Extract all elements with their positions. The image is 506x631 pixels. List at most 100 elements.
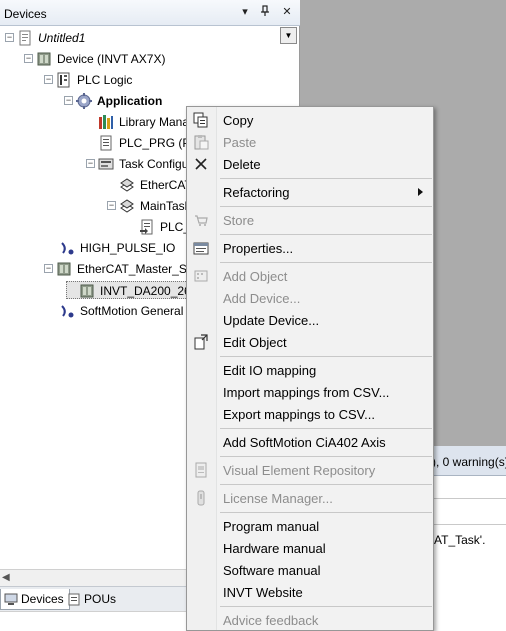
menu-separator [220,484,432,485]
tree-node-label: MainTask [140,199,191,213]
menu-item-label: Copy [223,113,254,128]
io-icon [61,242,74,255]
menu-item-label: INVT Website [223,585,303,600]
paste-icon [194,135,209,150]
devices-tab-icon [4,593,18,605]
plc-logic-icon [57,72,70,88]
store-icon [195,215,208,226]
menu-item-software-manual[interactable]: Software manual [187,559,433,581]
edit-object-icon [194,334,208,350]
message-line: AT_Task'. [434,533,486,547]
tab-devices[interactable]: Devices [0,589,70,610]
add-object-icon [194,270,208,282]
tab-pous[interactable]: POUs [64,589,121,610]
tree-node-label: Device (INVT AX7X) [57,52,166,66]
menu-item-delete[interactable]: Delete [187,153,433,175]
menu-item-export-mappings[interactable]: Export mappings to CSV... [187,403,433,425]
menu-item-label: Visual Element Repository [223,463,376,478]
menu-item-add-softmotion-axis[interactable]: Add SoftMotion CiA402 Axis [187,431,433,453]
menu-item-edit-object[interactable]: Edit Object [187,331,433,353]
panel-title: Devices [4,7,47,21]
panel-menu-icon[interactable]: ▾ [238,5,252,19]
collapse-icon[interactable]: − [64,96,73,105]
menu-item-label: Program manual [223,519,320,534]
menu-item-label: Export mappings to CSV... [223,407,375,422]
properties-icon [193,242,209,255]
tree-dropdown-button[interactable]: ▼ [280,27,297,44]
menu-separator [220,178,432,179]
menu-item-label: Advice feedback [223,613,319,628]
menu-item-label: License Manager... [223,491,333,506]
menu-item-label: Edit IO mapping [223,363,317,378]
menu-item-store[interactable]: Store [187,209,433,231]
tab-label: POUs [84,592,117,606]
collapse-icon[interactable]: − [44,75,53,84]
copy-icon [193,112,208,128]
tree-node-label: Untitled1 [38,31,86,45]
menu-item-program-manual[interactable]: Program manual [187,515,433,537]
menu-item-label: Add Device... [223,291,301,306]
tab-label: Devices [21,592,64,606]
collapse-icon[interactable]: − [107,201,116,210]
menu-item-edit-io-mapping[interactable]: Edit IO mapping [187,359,433,381]
collapse-icon[interactable]: − [5,33,14,42]
pou-icon [100,135,112,151]
menu-item-hardware-manual[interactable]: Hardware manual [187,537,433,559]
tree-node-label: PLC Logic [77,73,133,87]
menu-item-label: Properties... [223,241,294,256]
device-icon [37,52,51,66]
menu-item-advice-feedback[interactable]: Advice feedback [187,609,433,630]
menu-item-label: Edit Object [223,335,287,350]
project-icon [19,30,31,46]
menu-separator [220,456,432,457]
menu-item-update-device[interactable]: Update Device... [187,309,433,331]
menu-separator [220,262,432,263]
tree-node-label: Library Manag [119,115,196,129]
menu-item-add-object[interactable]: Add Object [187,265,433,287]
menu-item-label: Delete [223,157,261,172]
tree-node-label: HIGH_PULSE_IO [80,241,176,255]
menu-item-label: Paste [223,135,257,150]
close-icon[interactable]: ✕ [280,5,294,19]
menu-item-label: Software manual [223,563,321,578]
tree-node-label: EtherCAT_Master_Sof [77,262,197,276]
visual-element-icon [195,462,207,478]
collapse-icon[interactable]: − [86,159,95,168]
menu-item-import-mappings[interactable]: Import mappings from CSV... [187,381,433,403]
license-icon [197,490,205,506]
tree-node-label: Application [97,94,163,108]
menu-item-label: Refactoring [223,185,290,200]
tree-node-invt-drive[interactable]: INVT_DA200_262 [66,281,198,299]
menu-separator [220,606,432,607]
application-gear-icon [76,93,92,109]
menu-item-label: Add SoftMotion CiA402 Axis [223,435,386,450]
messages-summary: ), 0 warning(s), [432,455,506,469]
menu-item-label: Store [223,213,255,228]
tree-node-label: SoftMotion General Ax [80,304,201,318]
menu-separator [220,206,432,207]
menu-item-properties[interactable]: Properties... [187,237,433,259]
menu-item-copy[interactable]: Copy [187,109,433,131]
menu-item-refactoring[interactable]: Refactoring [187,181,433,203]
menu-separator [220,356,432,357]
tree-node-label: Task Configur [119,157,193,171]
drive-icon [80,284,94,298]
delete-icon [195,158,207,170]
menu-item-paste[interactable]: Paste [187,131,433,153]
pous-tab-icon [68,593,80,606]
tree-node-label: EtherCAT [140,178,192,192]
task-icon [120,199,134,213]
collapse-icon[interactable]: − [24,54,33,63]
menu-item-visual-element-repository[interactable]: Visual Element Repository [187,459,433,481]
menu-item-label: Add Object [223,269,288,284]
tree-node-label: INVT_DA200_262 [100,284,198,298]
menu-item-license-manager[interactable]: License Manager... [187,487,433,509]
menu-item-add-device[interactable]: Add Device... [187,287,433,309]
collapse-icon[interactable]: − [44,264,53,273]
devices-panel-header: Devices ▾ ✕ [0,0,300,26]
menu-separator [220,512,432,513]
menu-separator [220,428,432,429]
pin-icon[interactable] [258,5,272,19]
menu-item-invt-website[interactable]: INVT Website [187,581,433,603]
scroll-left-icon[interactable]: ◀ [2,572,10,583]
